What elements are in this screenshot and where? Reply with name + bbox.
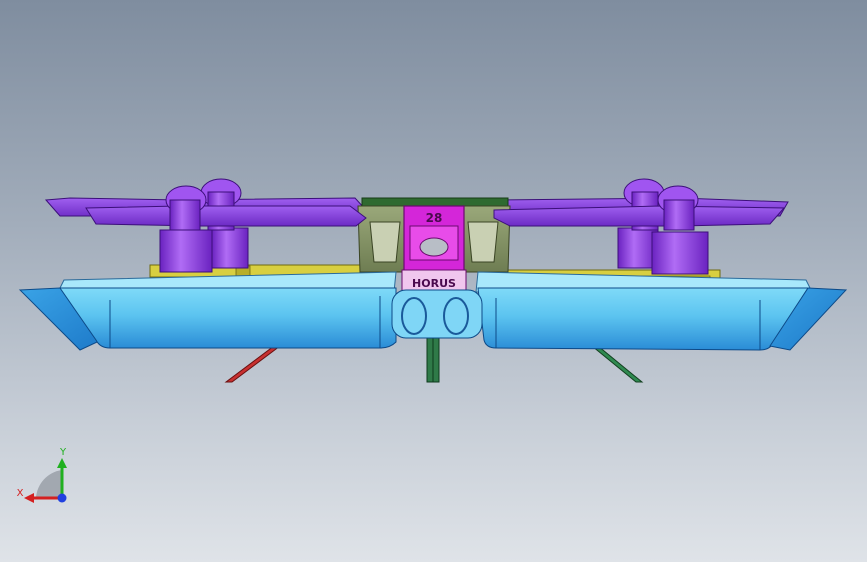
brand-label: HORUS	[412, 277, 456, 290]
propeller-front-left	[85, 205, 367, 227]
landing-leg-left	[224, 345, 282, 383]
axis-triad-plane	[36, 470, 62, 498]
drone-model-3d-view[interactable]: 28 HORUS Y X	[0, 0, 867, 562]
frame-number-label: 28	[426, 211, 443, 225]
axis-z-dot	[57, 493, 67, 503]
motor-front-left	[159, 185, 213, 273]
propeller-front-right	[493, 205, 786, 227]
axis-x-arrow	[24, 493, 34, 503]
pontoon-left	[18, 287, 397, 351]
pontoon-right	[477, 287, 848, 351]
landing-leg-right	[590, 345, 644, 383]
cad-viewport[interactable]: 28 HORUS Y X	[0, 0, 867, 562]
axis-y-arrow	[57, 458, 67, 468]
axis-triad	[24, 458, 67, 503]
axis-y-label: Y	[59, 447, 67, 458]
center-pontoon-fittings	[391, 289, 483, 339]
axis-x-label: X	[17, 488, 24, 499]
